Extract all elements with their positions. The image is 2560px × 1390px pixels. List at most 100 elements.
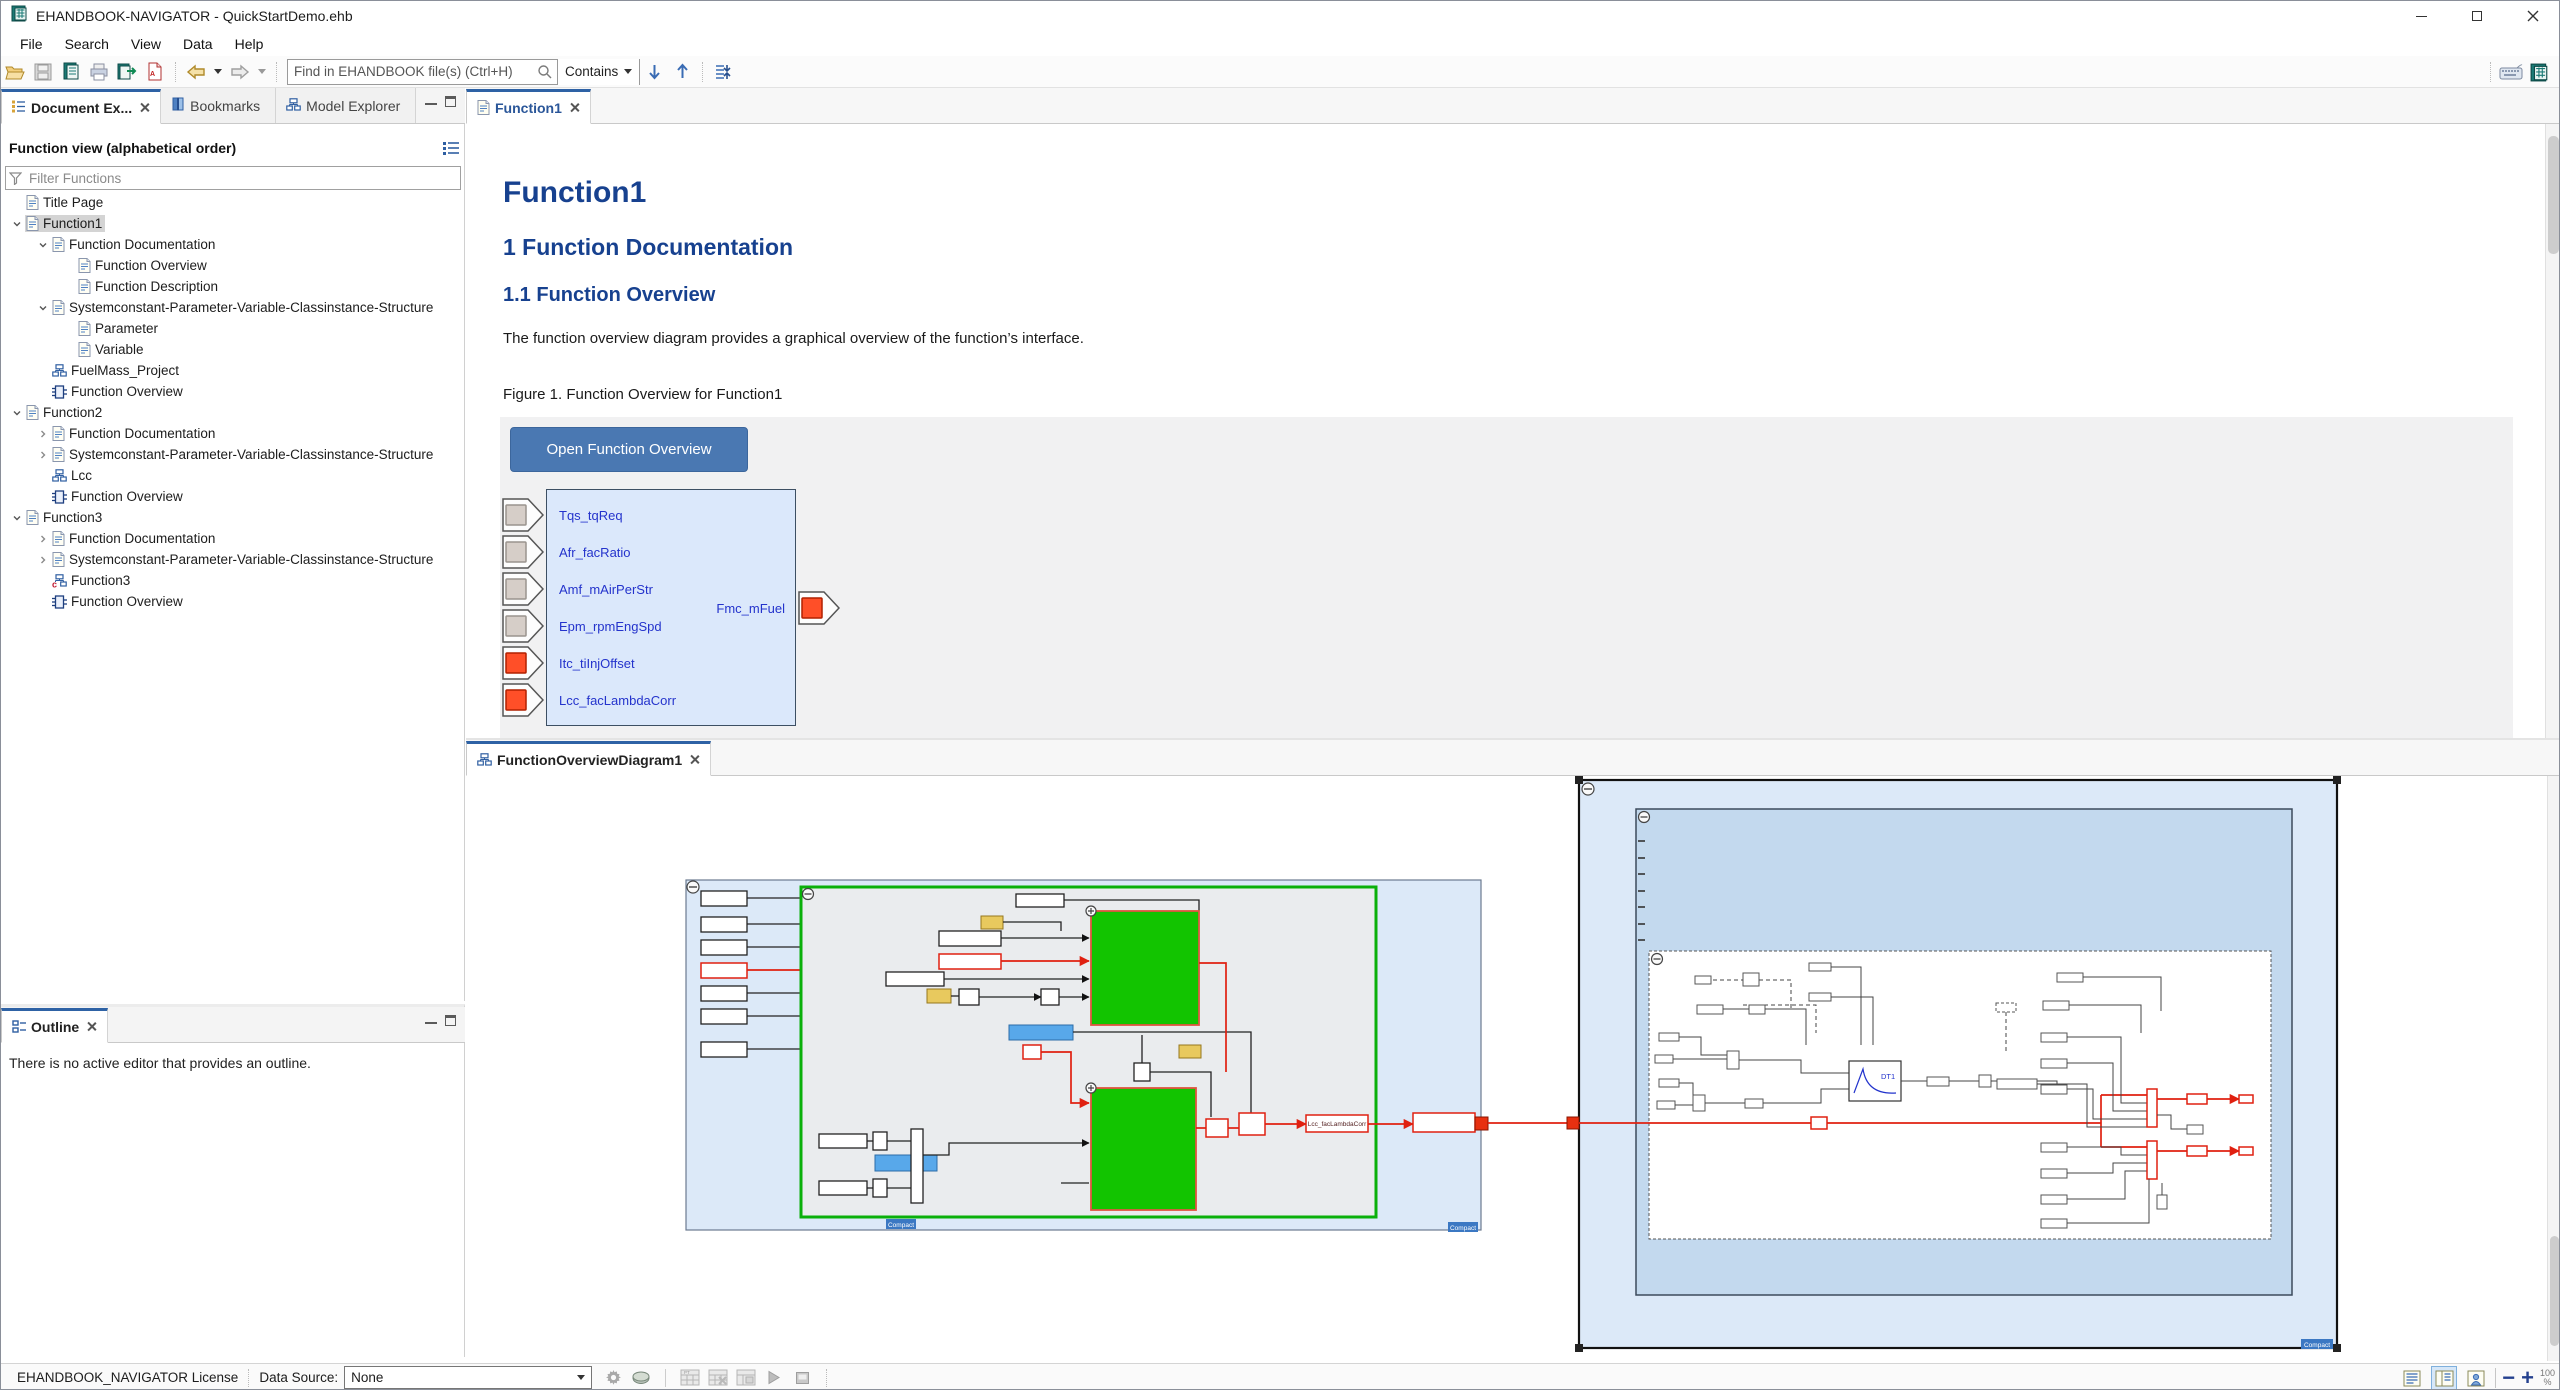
tree-item-function-overview[interactable]: Function Overview <box>1 486 465 507</box>
run-button[interactable] <box>761 1365 787 1390</box>
tree-item-function-overview[interactable]: Function Overview <box>1 255 465 276</box>
input-port-red[interactable] <box>502 646 545 680</box>
minimize-view-icon[interactable] <box>425 102 437 105</box>
input-port-gray[interactable] <box>502 498 545 532</box>
stop-button[interactable] <box>789 1365 815 1390</box>
diagram-canvas[interactable]: .wbox{fill:#fff;stroke:#222;stroke-width… <box>466 776 2560 1361</box>
presenter-view-button[interactable] <box>2463 1366 2489 1389</box>
tree-item-function-overview[interactable]: Function Overview <box>1 381 465 402</box>
tree-item-systemconstant-parameter-variable-classinstance-structure[interactable]: Systemconstant-Parameter-Variable-Classi… <box>1 444 465 465</box>
data-source-settings-button[interactable] <box>600 1365 626 1390</box>
tab-bookmarks[interactable]: Bookmarks <box>161 88 277 123</box>
lcc-diagram-container[interactable]: DT1 Compact <box>1566 776 2341 1352</box>
tree-expand-icon[interactable] <box>9 219 25 229</box>
doc-editor-scrollbar[interactable] <box>2545 124 2559 738</box>
green-map-block-bottom[interactable] <box>1085 1082 1197 1211</box>
tab-function-overview-diagram1[interactable]: FunctionOverviewDiagram1 <box>466 741 712 776</box>
save-button[interactable] <box>30 59 56 85</box>
menu-view[interactable]: View <box>120 33 172 55</box>
open-function-overview-button[interactable]: Open Function Overview <box>510 427 748 472</box>
forward-history-dropdown[interactable] <box>258 69 266 74</box>
forward-button[interactable] <box>227 59 253 85</box>
tree-item-parameter[interactable]: Parameter <box>1 318 465 339</box>
menu-file[interactable]: File <box>9 33 54 55</box>
tree-item-function1[interactable]: Function1 <box>1 213 465 234</box>
tree-item-systemconstant-parameter-variable-classinstance-structure[interactable]: Systemconstant-Parameter-Variable-Classi… <box>1 297 465 318</box>
fuelmass-diagram-container[interactable]: Lcc_facLambdaCorr Compact Compact <box>685 879 1567 1232</box>
close-diagram-tab-icon[interactable] <box>689 754 700 765</box>
menu-search[interactable]: Search <box>54 33 120 55</box>
tree-item-function-documentation[interactable]: Function Documentation <box>1 234 465 255</box>
zoom-out-button[interactable]: − <box>2502 1367 2515 1389</box>
back-button[interactable] <box>183 59 209 85</box>
tree-expand-icon[interactable] <box>9 513 25 523</box>
tree-expand-icon[interactable] <box>35 240 51 250</box>
input-port-gray[interactable] <box>502 572 545 606</box>
tree-item-variable[interactable]: Variable <box>1 339 465 360</box>
single-page-view-button[interactable] <box>2399 1366 2425 1389</box>
close-outline-tab-icon[interactable] <box>86 1021 97 1032</box>
tree-item-function2[interactable]: Function2 <box>1 402 465 423</box>
tab-model-explorer[interactable]: Model Explorer <box>276 88 417 123</box>
input-port-gray[interactable] <box>502 535 545 569</box>
close-button[interactable] <box>2505 1 2559 31</box>
tree-expand-icon[interactable] <box>35 555 51 565</box>
find-input[interactable] <box>288 60 533 83</box>
menu-data[interactable]: Data <box>172 33 224 55</box>
output-port-red[interactable] <box>1474 1116 1489 1131</box>
inner-flow-container[interactable]: DT1 <box>1579 950 2272 1240</box>
back-history-dropdown[interactable] <box>214 69 222 74</box>
diagram-editor-scrollbar[interactable] <box>2547 776 2559 1361</box>
open-file-button[interactable] <box>2 59 28 85</box>
tree-item-lcc[interactable]: Lcc <box>1 465 465 486</box>
input-port-red[interactable] <box>1566 1116 1580 1130</box>
tree-item-fuelmass-project[interactable]: FuelMass_Project <box>1 360 465 381</box>
calibration-view-button[interactable]: PT <box>677 1365 703 1390</box>
tree-item-function-documentation[interactable]: Function Documentation <box>1 423 465 444</box>
export-handbook-button[interactable] <box>114 59 140 85</box>
filter-functions-input[interactable] <box>25 170 460 186</box>
tree-item-function-description[interactable]: Function Description <box>1 276 465 297</box>
find-previous-button[interactable] <box>669 59 695 85</box>
data-source-select[interactable]: None <box>344 1366 593 1389</box>
ehandbook-info-button[interactable] <box>2526 59 2552 85</box>
export-pdf-button[interactable]: A <box>142 59 168 85</box>
input-port-red[interactable] <box>502 683 545 717</box>
tree-expand-icon[interactable] <box>9 408 25 418</box>
data-source-globe-button[interactable] <box>628 1365 654 1390</box>
keyboard-shortcuts-button[interactable] <box>2498 59 2524 85</box>
menu-help[interactable]: Help <box>224 33 275 55</box>
tree-item-title-page[interactable]: Title Page <box>1 192 465 213</box>
zoom-in-button[interactable]: + <box>2521 1367 2534 1389</box>
maximize-view-icon[interactable] <box>445 96 456 107</box>
find-next-button[interactable] <box>641 59 667 85</box>
tree-item-function3[interactable]: Function3 <box>1 507 465 528</box>
outline-maximize-icon[interactable] <box>445 1015 456 1026</box>
tree-expand-icon[interactable] <box>35 303 51 313</box>
close-tab-icon[interactable] <box>139 102 150 113</box>
close-doc-tab-icon[interactable] <box>569 102 580 113</box>
tree-expand-icon[interactable] <box>35 450 51 460</box>
tree-item-systemconstant-parameter-variable-classinstance-structure[interactable]: Systemconstant-Parameter-Variable-Classi… <box>1 549 465 570</box>
tab-document-ex-[interactable]: Document Ex... <box>1 89 162 124</box>
open-handbook-button[interactable] <box>58 59 84 85</box>
function-block[interactable]: Tqs_tqReq Afr_facRatio Amf_mAirPerStr Epm_r… <box>546 489 796 726</box>
tab-outline[interactable]: Outline <box>1 1008 109 1043</box>
tree-expand-icon[interactable] <box>35 534 51 544</box>
tree-item-function-overview[interactable]: Function Overview <box>1 591 465 612</box>
print-button[interactable] <box>86 59 112 85</box>
search-scope-button[interactable] <box>710 59 736 85</box>
tab-function1[interactable]: Function1 <box>466 89 591 124</box>
book-view-button[interactable] <box>2431 1366 2458 1389</box>
calibration-remove-button[interactable] <box>705 1365 731 1390</box>
tree-expand-icon[interactable] <box>35 429 51 439</box>
contains-dropdown[interactable]: Contains <box>557 58 640 85</box>
maximize-button[interactable] <box>2449 1 2505 31</box>
outline-minimize-icon[interactable] <box>425 1021 437 1024</box>
minimize-button[interactable] <box>2393 1 2449 31</box>
input-port-gray[interactable] <box>502 609 545 643</box>
calibration-model-button[interactable] <box>733 1365 759 1390</box>
output-port-red[interactable] <box>798 591 841 625</box>
tree-item-function3[interactable]: c Function3 <box>1 570 465 591</box>
view-menu-icon[interactable] <box>443 141 459 155</box>
